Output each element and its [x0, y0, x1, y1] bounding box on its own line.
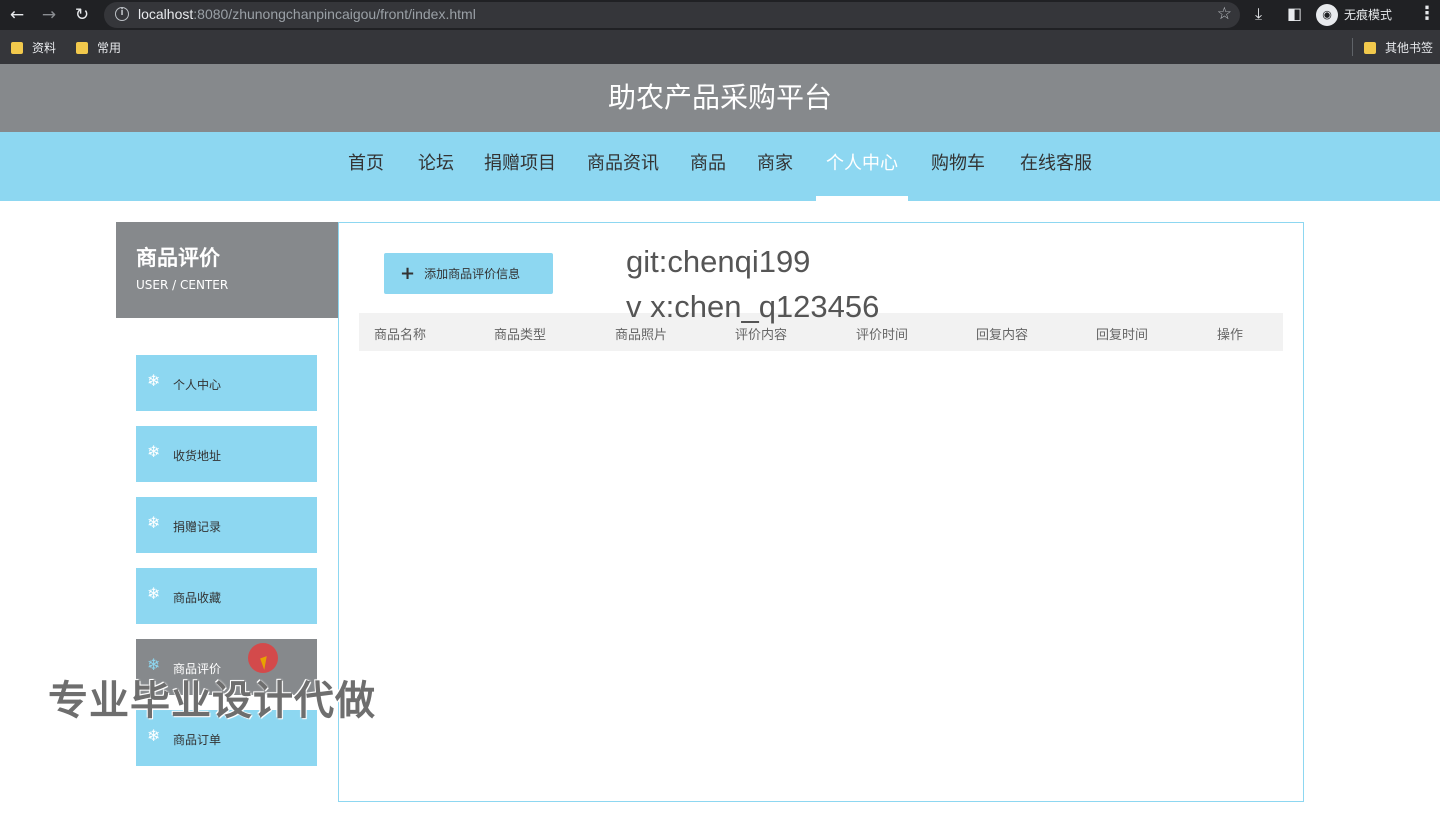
column-header: 评价时间 — [856, 328, 909, 343]
bookmark-label: 常用 — [97, 41, 122, 55]
site-info-icon[interactable]: i — [115, 7, 129, 21]
column-header: 回复时间 — [1096, 328, 1149, 343]
column-header: 商品照片 — [615, 328, 668, 343]
snowflake-icon: ❄ — [147, 442, 161, 461]
column-header: 商品名称 — [374, 328, 427, 343]
watermark-git: git:chenqi199 — [626, 244, 811, 279]
bookmarks-divider — [1352, 38, 1353, 56]
sidebar-item-address[interactable]: ❄ 收货地址 — [136, 426, 317, 482]
sidebar-title: 商品评价 — [136, 246, 220, 270]
nav-support[interactable]: 在线客服 — [1020, 132, 1092, 201]
sidebar-item-donations[interactable]: ❄ 捐赠记录 — [136, 497, 317, 553]
incognito-indicator[interactable]: ◉ 无痕模式 — [1316, 3, 1392, 26]
active-nav-indicator — [816, 196, 908, 201]
side-panel-icon[interactable]: ◧ — [1287, 4, 1302, 23]
forward-arrow-icon[interactable]: → — [38, 4, 60, 26]
bookmark-label: 资料 — [32, 41, 57, 55]
reload-icon[interactable]: ↻ — [71, 4, 93, 26]
bookmark-folder[interactable]: 常用 — [76, 39, 121, 56]
sidebar-item-label: 个人中心 — [173, 378, 222, 392]
add-review-button[interactable]: + 添加商品评价信息 — [384, 253, 553, 294]
nav-merchants[interactable]: 商家 — [757, 132, 793, 201]
bookmark-folder[interactable]: 资料 — [11, 39, 56, 56]
watermark-caption: 专业毕业设计代做 — [48, 678, 376, 724]
column-header: 回复内容 — [976, 328, 1029, 343]
nav-home[interactable]: 首页 — [348, 132, 384, 201]
watermark-contact: v x:chen_q123456 — [626, 289, 880, 324]
nav-forum[interactable]: 论坛 — [418, 132, 454, 201]
plus-icon: + — [400, 262, 416, 284]
incognito-label: 无痕模式 — [1344, 8, 1393, 22]
column-header: 操作 — [1217, 328, 1244, 343]
column-header: 评价内容 — [735, 328, 788, 343]
snowflake-icon: ❄ — [147, 513, 161, 532]
sidebar-subtitle: USER / CENTER — [136, 278, 229, 292]
main-nav: 首页 论坛 捐赠项目 商品资讯 商品 商家 个人中心 购物车 在线客服 — [0, 132, 1440, 201]
site-title: 助农产品采购平台 — [607, 81, 832, 114]
sidebar-item-label: 商品订单 — [173, 733, 222, 747]
nav-news[interactable]: 商品资讯 — [587, 132, 659, 201]
bookmark-star-icon[interactable]: ☆ — [1217, 4, 1232, 24]
sidebar-item-favorites[interactable]: ❄ 商品收藏 — [136, 568, 317, 624]
nav-cart[interactable]: 购物车 — [931, 132, 985, 201]
bookmarks-bar: 资料 常用 其他书签 — [0, 30, 1440, 64]
other-bookmarks[interactable]: 其他书签 — [1364, 39, 1433, 56]
sidebar-item-label: 收货地址 — [173, 449, 222, 463]
sidebar-header: 商品评价 USER / CENTER — [116, 222, 338, 318]
snowflake-icon: ❄ — [147, 371, 161, 390]
url-host: localhost — [138, 6, 194, 22]
snowflake-icon: ❄ — [147, 584, 161, 603]
folder-icon — [76, 41, 88, 54]
browser-toolbar: ← → ↻ i localhost:8080/zhunongchanpincai… — [0, 0, 1440, 30]
browser-menu-icon[interactable]: ⋮ — [1418, 3, 1436, 24]
back-arrow-icon[interactable]: ← — [6, 4, 28, 26]
other-bookmarks-label: 其他书签 — [1385, 41, 1434, 55]
sidebar-item-label: 捐赠记录 — [173, 520, 222, 534]
folder-icon — [11, 41, 23, 54]
sidebar-item-user-center[interactable]: ❄ 个人中心 — [136, 355, 317, 411]
column-header: 商品类型 — [494, 328, 547, 343]
nav-user-center[interactable]: 个人中心 — [826, 132, 898, 201]
download-icon[interactable]: ⤓ — [1255, 4, 1262, 24]
snowflake-icon: ❄ — [147, 726, 161, 745]
incognito-icon: ◉ — [1316, 3, 1338, 26]
sidebar-item-label: 商品收藏 — [173, 591, 222, 605]
add-review-label: 添加商品评价信息 — [424, 267, 521, 281]
site-header: 助农产品采购平台 — [0, 64, 1440, 132]
url-path: :8080/zhunongchanpincaigou/front/index.h… — [193, 6, 476, 22]
nav-donation[interactable]: 捐赠项目 — [484, 132, 556, 201]
url-text[interactable]: localhost:8080/zhunongchanpincaigou/fron… — [138, 6, 476, 22]
nav-products[interactable]: 商品 — [690, 132, 726, 201]
folder-icon — [1364, 41, 1376, 54]
address-bar[interactable]: i localhost:8080/zhunongchanpincaigou/fr… — [104, 2, 1240, 28]
